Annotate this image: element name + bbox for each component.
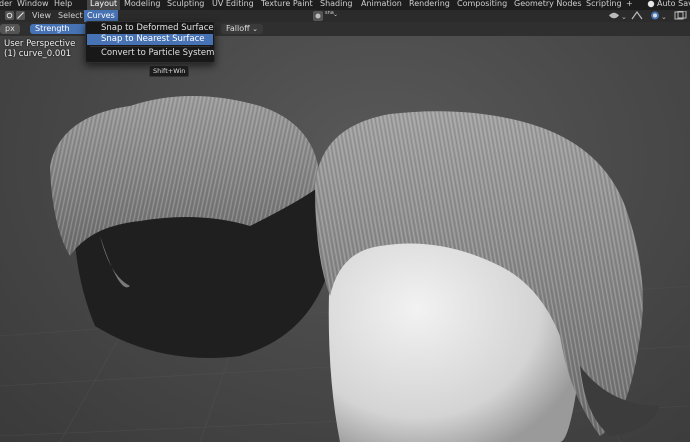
menu-item-snap-deformed[interactable]: Snap to Deformed Surface: [87, 23, 214, 34]
top-bar: der Window Help Layout Modeling Sculptin…: [0, 0, 690, 10]
menu-item-snap-nearest[interactable]: Snap to Nearest Surface: [87, 34, 213, 45]
tab-scripting[interactable]: Scripting: [586, 0, 622, 8]
viewport-object-label: (1) curve_0.001: [4, 49, 72, 59]
tab-uv-editing[interactable]: UV Editing: [212, 0, 254, 8]
menu-help[interactable]: Help: [54, 0, 72, 8]
3d-viewport[interactable]: User Perspective (1) curve_0.001: [0, 36, 690, 442]
gizmo-icon[interactable]: [631, 10, 645, 22]
menu-window[interactable]: Window: [17, 0, 49, 8]
scene-render: [0, 96, 690, 442]
menu-render[interactable]: der: [0, 0, 12, 8]
viewport-perspective-label: User Perspective: [4, 39, 76, 49]
falloff-dropdown[interactable]: Falloff ⌄: [221, 24, 264, 34]
autosave-icon: [647, 0, 655, 10]
menu-view[interactable]: View: [32, 11, 51, 20]
radius-field[interactable]: px: [0, 24, 20, 34]
overlay-icon[interactable]: ⌄: [650, 11, 670, 22]
menu-select[interactable]: Select: [58, 11, 83, 20]
chevron-down-icon: ⌄: [252, 25, 259, 33]
tab-geometry-nodes[interactable]: Geometry Nodes: [514, 0, 581, 8]
visibility-icon[interactable]: ⌄: [608, 11, 628, 22]
mode-icon[interactable]: [5, 11, 25, 22]
falloff-label: Falloff: [226, 24, 250, 33]
tab-compositing[interactable]: Compositing: [457, 0, 507, 8]
shortcut-tooltip: Shift+Win: [149, 65, 190, 77]
menu-divider: [90, 46, 210, 47]
svg-text:⌄: ⌄: [661, 13, 667, 20]
strength-slider[interactable]: Strength: [30, 24, 90, 34]
xray-icon[interactable]: [674, 10, 688, 22]
menu-item-convert-particles[interactable]: Convert to Particle System: [87, 48, 214, 59]
snap-dropdown-icon[interactable]: ⌄: [333, 11, 338, 18]
tab-shading[interactable]: Shading: [320, 0, 353, 8]
tab-sculpting[interactable]: Sculpting: [167, 0, 204, 8]
tab-layout[interactable]: Layout: [87, 0, 121, 10]
curves-menu: Snap to Deformed Surface Snap to Nearest…: [85, 21, 215, 63]
tab-rendering[interactable]: Rendering: [409, 0, 450, 8]
add-workspace-button[interactable]: +: [626, 0, 633, 8]
autosave-label: Auto Sav: [657, 0, 690, 8]
tab-animation[interactable]: Animation: [361, 0, 402, 8]
tab-modeling[interactable]: Modeling: [124, 0, 160, 8]
tab-texture-paint[interactable]: Texture Paint: [261, 0, 313, 8]
svg-text:⌄: ⌄: [621, 13, 627, 20]
